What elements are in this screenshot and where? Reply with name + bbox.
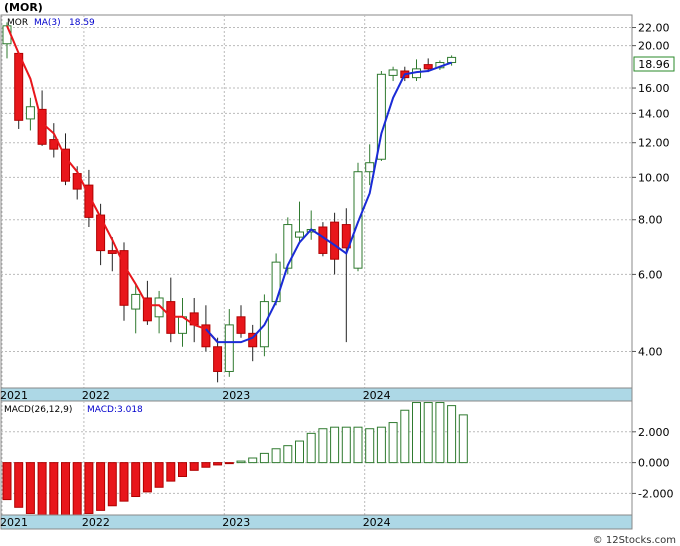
macd-bar-negative — [107, 462, 117, 507]
macd-bar-positive — [423, 402, 433, 464]
candle-down — [423, 64, 433, 70]
price-y-tick-label: 12.00 — [638, 137, 670, 150]
price-y-tick-label: 10.00 — [638, 171, 670, 184]
macd-title: MACD(26,12,9) — [4, 405, 72, 415]
macd-bar-negative — [37, 462, 47, 519]
ma-series-label: MOR — [7, 18, 28, 28]
macd-bar-negative — [72, 462, 82, 518]
price-y-tick-label: 16.00 — [638, 82, 670, 95]
candle-up — [131, 293, 141, 310]
macd-bar-negative — [14, 462, 24, 508]
macd-x-axis: 2021 2022 2023 2024 — [0, 514, 633, 530]
candle-up — [295, 231, 304, 238]
price-x-tick-label: 2023 — [222, 389, 250, 402]
macd-bar-negative — [189, 462, 199, 471]
macd-bar-positive — [388, 422, 398, 464]
macd-bar-positive — [458, 414, 468, 464]
macd-bar-positive — [259, 452, 269, 464]
macd-bar-positive — [306, 432, 316, 464]
candle-up — [388, 69, 398, 76]
macd-x-tick-label: 2023 — [222, 516, 250, 529]
macd-bar-positive — [330, 426, 340, 464]
candle-down — [330, 221, 340, 260]
macd-bar-negative — [61, 462, 70, 519]
macd-bar-negative — [25, 462, 35, 514]
macd-bar-positive — [283, 445, 293, 464]
stock-chart: 4.00 6.00 8.00 10.00 12.00 14.00 16.00 20.00 22.… — [0, 0, 680, 546]
macd-plot-frame — [0, 400, 633, 516]
macd-bar-negative — [119, 462, 129, 502]
price-panel: 4.00 6.00 8.00 10.00 12.00 14.00 16.00 20.00 22.… — [0, 1, 675, 389]
price-x-axis: 2021 2022 2023 2024 — [0, 387, 633, 402]
ma-value: 18.59 — [69, 18, 95, 28]
candle-up — [447, 56, 457, 64]
macd-y-tick-label: 0.000 — [638, 457, 670, 470]
macd-x-tick-label: 2024 — [363, 516, 391, 529]
price-y-tick-label: 4.00 — [638, 345, 663, 358]
macd-bar-positive — [365, 428, 375, 464]
macd-bar-positive — [435, 402, 445, 464]
price-plot-frame — [0, 14, 633, 389]
macd-bar-negative — [2, 462, 12, 501]
macd-bar-negative — [84, 462, 94, 514]
macd-bar-negative — [131, 462, 141, 498]
price-x-tick-label: 2022 — [82, 389, 110, 402]
watermark: © 12Stocks.com — [593, 535, 676, 546]
macd-x-tick-label: 2022 — [82, 516, 110, 529]
price-y-tick-label: 6.00 — [638, 268, 663, 281]
macd-bar-negative — [96, 462, 106, 511]
candle-down — [96, 214, 106, 252]
macd-bar-positive — [271, 448, 281, 464]
macd-x-tick-label: 2021 — [0, 516, 28, 529]
macd-bar-negative — [213, 462, 223, 466]
macd-bar-negative — [178, 462, 187, 477]
candle-up — [25, 106, 35, 120]
macd-bar-positive — [236, 460, 246, 464]
macd-bar-positive — [295, 440, 304, 464]
macd-bar-positive — [400, 409, 410, 464]
macd-bar-negative — [49, 462, 59, 521]
macd-bar-positive — [318, 428, 328, 464]
candle-down — [213, 346, 223, 372]
last-price-label: 18.96 — [638, 58, 670, 71]
macd-panel: -2.000 0.000 2.000 MACD(26,12,9) MACD:3.01… — [0, 400, 673, 521]
price-x-tick-label: 2021 — [0, 389, 28, 402]
macd-y-tick-label: -2.000 — [638, 487, 673, 500]
candle-down — [236, 316, 246, 334]
price-y-tick-label: 20.00 — [638, 40, 670, 53]
macd-value-label: MACD:3.018 — [87, 405, 143, 415]
candle-up — [365, 162, 375, 173]
macd-bar-negative — [201, 462, 211, 468]
macd-bar-positive — [353, 426, 363, 464]
price-y-tick-label: 22.00 — [638, 22, 670, 35]
price-y-tick-label: 8.00 — [638, 214, 663, 227]
chart-title: (MOR) — [4, 1, 43, 14]
candle-down — [14, 52, 24, 121]
price-y-tick-label: 14.00 — [638, 107, 670, 120]
ma-label: MA(3) — [34, 18, 61, 28]
macd-bar-negative — [166, 462, 176, 482]
macd-bar-positive — [412, 402, 421, 464]
macd-bar-positive — [248, 457, 258, 464]
macd-bar-positive — [376, 426, 386, 464]
macd-bar-positive — [341, 426, 351, 464]
macd-bar-negative — [142, 462, 152, 493]
macd-bar-positive — [447, 405, 457, 464]
macd-y-tick-label: 2.000 — [638, 426, 670, 439]
macd-y-axis: -2.000 0.000 2.000 — [632, 426, 673, 500]
candle-up — [224, 324, 234, 372]
macd-bar-negative — [154, 462, 164, 488]
price-x-tick-label: 2024 — [363, 389, 391, 402]
candle-down — [107, 250, 117, 254]
macd-bar-negative — [224, 462, 234, 465]
